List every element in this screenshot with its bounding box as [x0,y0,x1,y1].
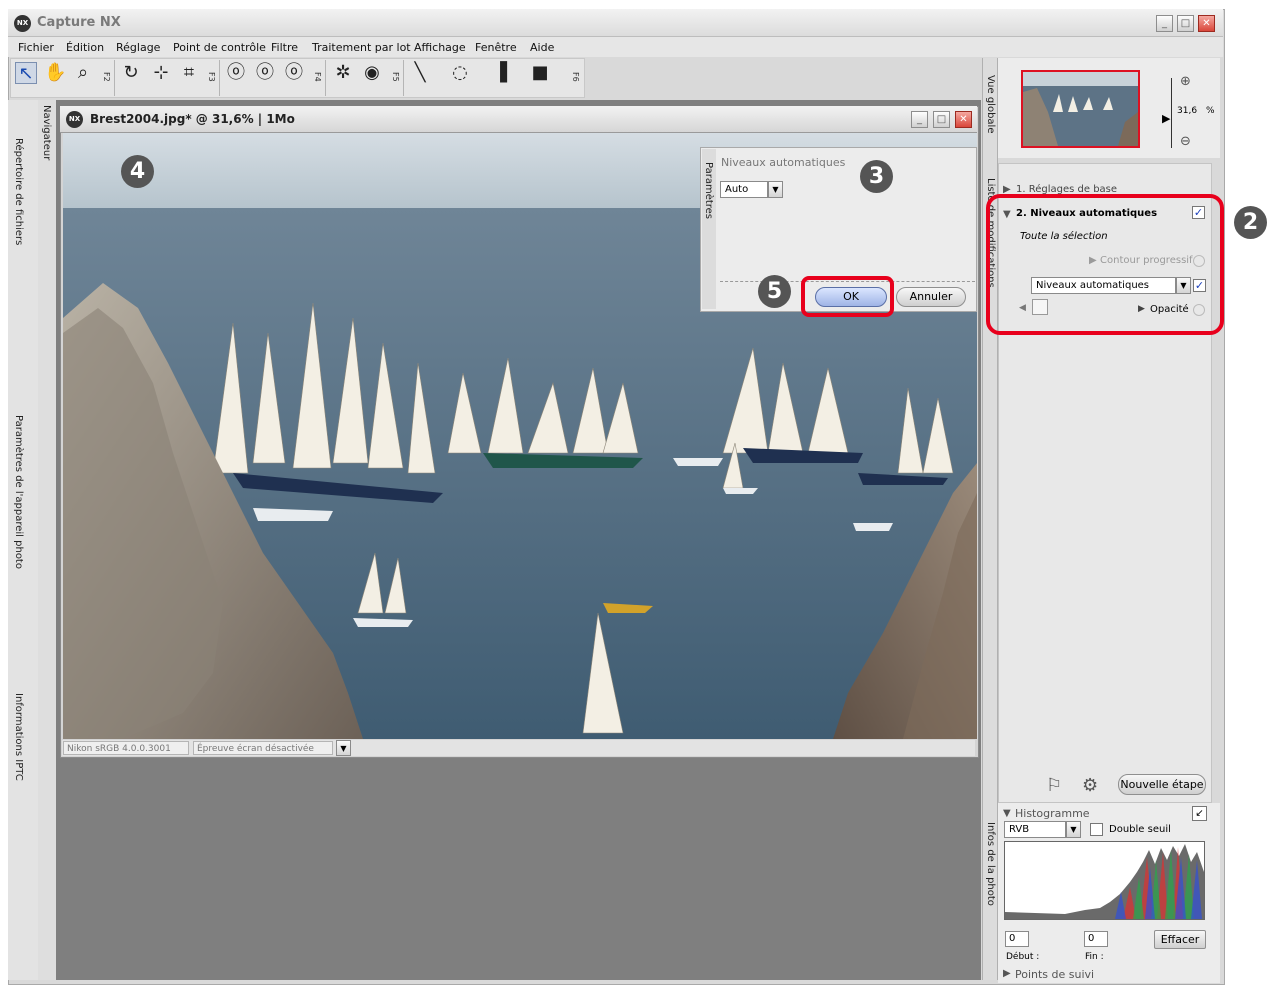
double-threshold-checkbox[interactable] [1090,823,1103,836]
double-threshold-label: Double seuil [1109,824,1171,835]
histogram-svg [1005,844,1204,919]
tab-photo-info[interactable]: Infos de la photo [985,822,996,906]
channel-dropdown[interactable]: RVB [1004,821,1066,838]
histogram-title: Histogramme [1015,807,1090,820]
menu-window[interactable]: Fenêtre [475,41,517,54]
fkey-f5: F5 [391,72,400,82]
callout-2: 2 [1234,206,1267,239]
color-control-point-icon[interactable]: ✲ [332,62,354,84]
minimize-icon[interactable]: _ [1156,15,1173,32]
red-eye-icon[interactable]: ◉ [361,62,383,84]
app-logo-icon: NX [14,15,31,32]
mode-dropdown-arrow-icon[interactable]: ▼ [768,181,783,198]
fkey-f2: F2 [102,72,111,82]
zoom-in-icon[interactable]: ⊕ [1180,74,1191,89]
navigator-strip [38,100,57,980]
nx-doc-icon: NX [66,111,83,128]
tracking-arrow-icon[interactable]: ▶ [1003,968,1011,979]
image-minimize-icon[interactable]: _ [911,111,928,128]
tab-file-browser[interactable]: Répertoire de fichiers [13,138,24,245]
toolbar-separator [219,60,220,96]
menu-control-point[interactable]: Point de contrôle [173,41,266,54]
tab-overview[interactable]: Vue globale [985,75,996,133]
start-input[interactable]: 0 [1005,931,1029,947]
status-dropdown-icon[interactable]: ▼ [336,740,351,756]
image-close-icon[interactable]: ✕ [955,111,972,128]
menu-file[interactable]: Fichier [18,41,54,54]
params-title: Niveaux automatiques [721,156,846,169]
black-point-icon[interactable]: ⓞ [225,62,247,84]
fkey-f3: F3 [207,72,216,82]
callout-3: 3 [860,160,893,193]
tab-navigator[interactable]: Navigateur [41,105,52,160]
straighten-icon[interactable]: ⊹ [150,62,172,84]
brush-icon[interactable]: ╲ [409,62,431,84]
zoom-out-icon[interactable]: ⊖ [1180,134,1191,149]
title-bar [8,9,1223,37]
soft-proof-field: Épreuve écran désactivée [193,741,333,755]
menu-batch[interactable]: Traitement par lot [312,41,411,54]
channel-arrow-icon[interactable]: ▼ [1066,821,1081,838]
start-label: Début : [1006,952,1040,962]
overview-thumb-svg [1023,72,1138,146]
zoom-value: 31,6 [1177,106,1198,116]
image-title: Brest2004.jpg* @ 31,6% | 1Mo [90,112,295,126]
fkey-f4: F4 [313,72,322,82]
edit-list-highlight [986,194,1224,335]
end-label: Fin : [1085,952,1104,962]
menu-help[interactable]: Aide [530,41,554,54]
flag-icon[interactable]: ⚐ [1046,775,1062,796]
tab-iptc[interactable]: Informations IPTC [13,693,24,781]
image-maximize-icon[interactable]: □ [933,111,950,128]
menu-filter[interactable]: Filtre [271,41,298,54]
crop-icon[interactable]: ⌗ [178,62,200,84]
toolbar-separator [325,60,326,96]
mode-dropdown[interactable]: Auto [720,181,768,198]
app-title: Capture NX [37,15,121,30]
histogram-arrow-icon[interactable]: ▼ [1003,808,1011,819]
gears-icon[interactable]: ⚙ [1082,775,1098,796]
menu-view[interactable]: Affichage [414,41,466,54]
end-input[interactable]: 0 [1084,931,1108,947]
lasso-icon[interactable]: ◌ [449,62,471,84]
ok-highlight [801,276,894,317]
rotate-icon[interactable]: ↻ [120,62,142,84]
menu-adjust[interactable]: Réglage [116,41,160,54]
histogram-graph[interactable] [1004,841,1205,920]
tab-parameters[interactable]: Paramètres [703,162,714,219]
zoom-slider-thumb-icon[interactable]: ▶ [1162,112,1170,125]
zoom-slider-track[interactable] [1171,78,1172,148]
toolbar-separator [403,60,404,96]
toolbar-separator [114,60,115,96]
cancel-button[interactable]: Annuler [896,287,966,307]
histogram-picker-icon[interactable]: ↙ [1192,806,1207,821]
fill-icon[interactable]: ■ [529,62,551,84]
callout-5: 5 [758,275,791,308]
zoom-icon[interactable]: ⌕ [72,62,94,84]
new-step-button[interactable]: Nouvelle étape [1118,774,1206,795]
tracking-label[interactable]: Points de suivi [1015,968,1094,981]
hand-icon[interactable]: ✋ [44,62,66,84]
menu-edit[interactable]: Édition [66,41,104,54]
overview-thumbnail[interactable] [1021,70,1140,148]
direct-select-icon[interactable]: ↖ [15,62,37,84]
fkey-f6: F6 [571,72,580,82]
zoom-unit: % [1206,106,1215,116]
callout-4: 4 [121,155,154,188]
clear-button[interactable]: Effacer [1154,930,1206,949]
white-point-icon[interactable]: ⓞ [254,62,276,84]
neutral-point-icon[interactable]: ⓞ [283,62,305,84]
maximize-icon[interactable]: □ [1177,15,1194,32]
color-profile-field: Nikon sRGB 4.0.0.3001 [63,741,189,755]
close-icon[interactable]: ✕ [1198,15,1215,32]
gradient-icon[interactable]: ▐ [489,62,511,84]
tab-camera-settings[interactable]: Paramètres de l'appareil photo [13,415,24,569]
